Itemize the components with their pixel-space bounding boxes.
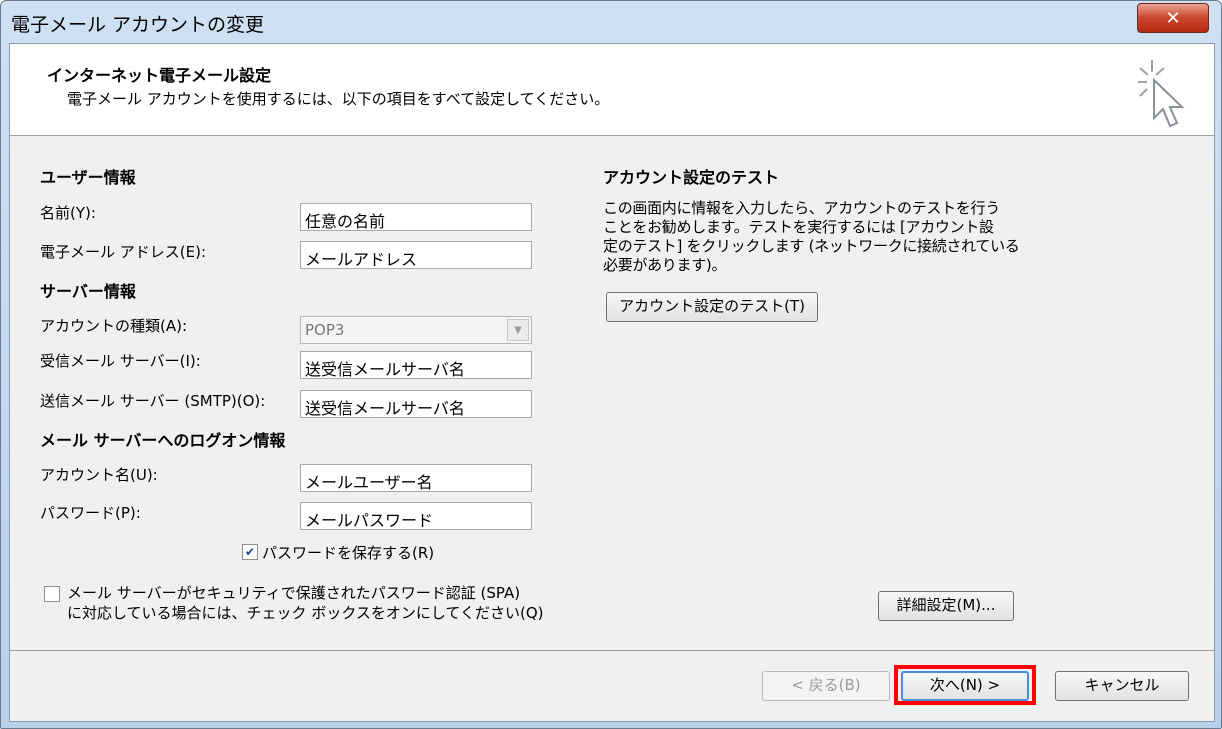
- email-field[interactable]: メールアドレス: [300, 241, 532, 269]
- test-description-line2: ことをお勧めします。テストを実行するには [アカウント設: [603, 218, 994, 236]
- account-type-value: POP3: [305, 321, 345, 339]
- title-bar: 電子メール アカウントの変更 ✕: [1, 1, 1221, 43]
- user-info-heading: ユーザー情報: [40, 168, 136, 187]
- test-heading: アカウント設定のテスト: [603, 168, 780, 187]
- test-description: この画面内に情報を入力したら、アカウントのテストを行う ことをお勧めします。テス…: [603, 199, 1023, 275]
- logon-info-heading: メール サーバーへのログオン情報: [40, 431, 286, 450]
- dialog-window: 電子メール アカウントの変更 ✕ インターネット電子メール設定 電子メール アカ…: [0, 0, 1222, 729]
- page-title: インターネット電子メール設定: [47, 66, 272, 85]
- test-account-button[interactable]: アカウント設定のテスト(T): [606, 292, 818, 322]
- checkmark-icon: ✔: [244, 545, 256, 559]
- email-label: 電子メール アドレス(E):: [40, 243, 207, 261]
- password-field[interactable]: メールパスワード: [300, 502, 532, 530]
- account-name-field[interactable]: メールユーザー名: [300, 464, 532, 492]
- spa-label-line1: メール サーバーがセキュリティで保護されたパスワード認証 (SPA): [67, 584, 521, 602]
- name-field[interactable]: 任意の名前: [300, 203, 532, 231]
- remember-password-label[interactable]: パスワードを保存する(R): [262, 542, 434, 563]
- header-panel: インターネット電子メール設定 電子メール アカウントを使用するには、以下の項目を…: [10, 44, 1214, 136]
- outgoing-server-label: 送信メール サーバー (SMTP)(O):: [40, 392, 266, 410]
- test-description-line3: 定のテスト] をクリックします (ネットワークに接続されている: [603, 237, 1020, 255]
- window-title: 電子メール アカウントの変更: [11, 14, 265, 36]
- server-info-heading: サーバー情報: [40, 282, 136, 301]
- close-button[interactable]: ✕: [1137, 3, 1209, 33]
- chevron-down-icon: ▼: [507, 319, 529, 341]
- account-type-label: アカウントの種類(A):: [40, 317, 188, 335]
- test-description-line1: この画面内に情報を入力したら、アカウントのテストを行う: [603, 199, 1000, 217]
- footer-divider: [10, 650, 1214, 651]
- advanced-settings-button[interactable]: 詳細設定(M)...: [878, 591, 1014, 621]
- close-icon: ✕: [1165, 7, 1181, 29]
- next-button[interactable]: 次へ(N) >: [901, 671, 1029, 701]
- back-button[interactable]: < 戻る(B): [762, 671, 890, 701]
- incoming-server-field[interactable]: 送受信メールサーバ名: [300, 351, 532, 379]
- spa-label-line2: に対応している場合には、チェック ボックスをオンにしてください(Q): [67, 604, 544, 622]
- page-subtitle: 電子メール アカウントを使用するには、以下の項目をすべて設定してください。: [67, 90, 610, 108]
- account-type-select: POP3 ▼: [300, 316, 532, 344]
- remember-password-checkbox[interactable]: ✔: [242, 544, 258, 560]
- cursor-sparkle-icon: [1138, 60, 1185, 128]
- dialog-client-area: インターネット電子メール設定 電子メール アカウントを使用するには、以下の項目を…: [9, 43, 1215, 722]
- name-label: 名前(Y):: [40, 204, 96, 222]
- test-description-line4: 必要があります)。: [603, 256, 727, 274]
- password-label: パスワード(P):: [40, 504, 141, 522]
- spa-label[interactable]: メール サーバーがセキュリティで保護されたパスワード認証 (SPA) に対応して…: [67, 583, 543, 623]
- incoming-server-label: 受信メール サーバー(I):: [40, 352, 201, 370]
- outgoing-server-field[interactable]: 送受信メールサーバ名: [300, 390, 532, 418]
- cancel-button[interactable]: キャンセル: [1055, 671, 1189, 701]
- spa-checkbox[interactable]: [44, 586, 60, 602]
- account-name-label: アカウント名(U):: [40, 466, 158, 484]
